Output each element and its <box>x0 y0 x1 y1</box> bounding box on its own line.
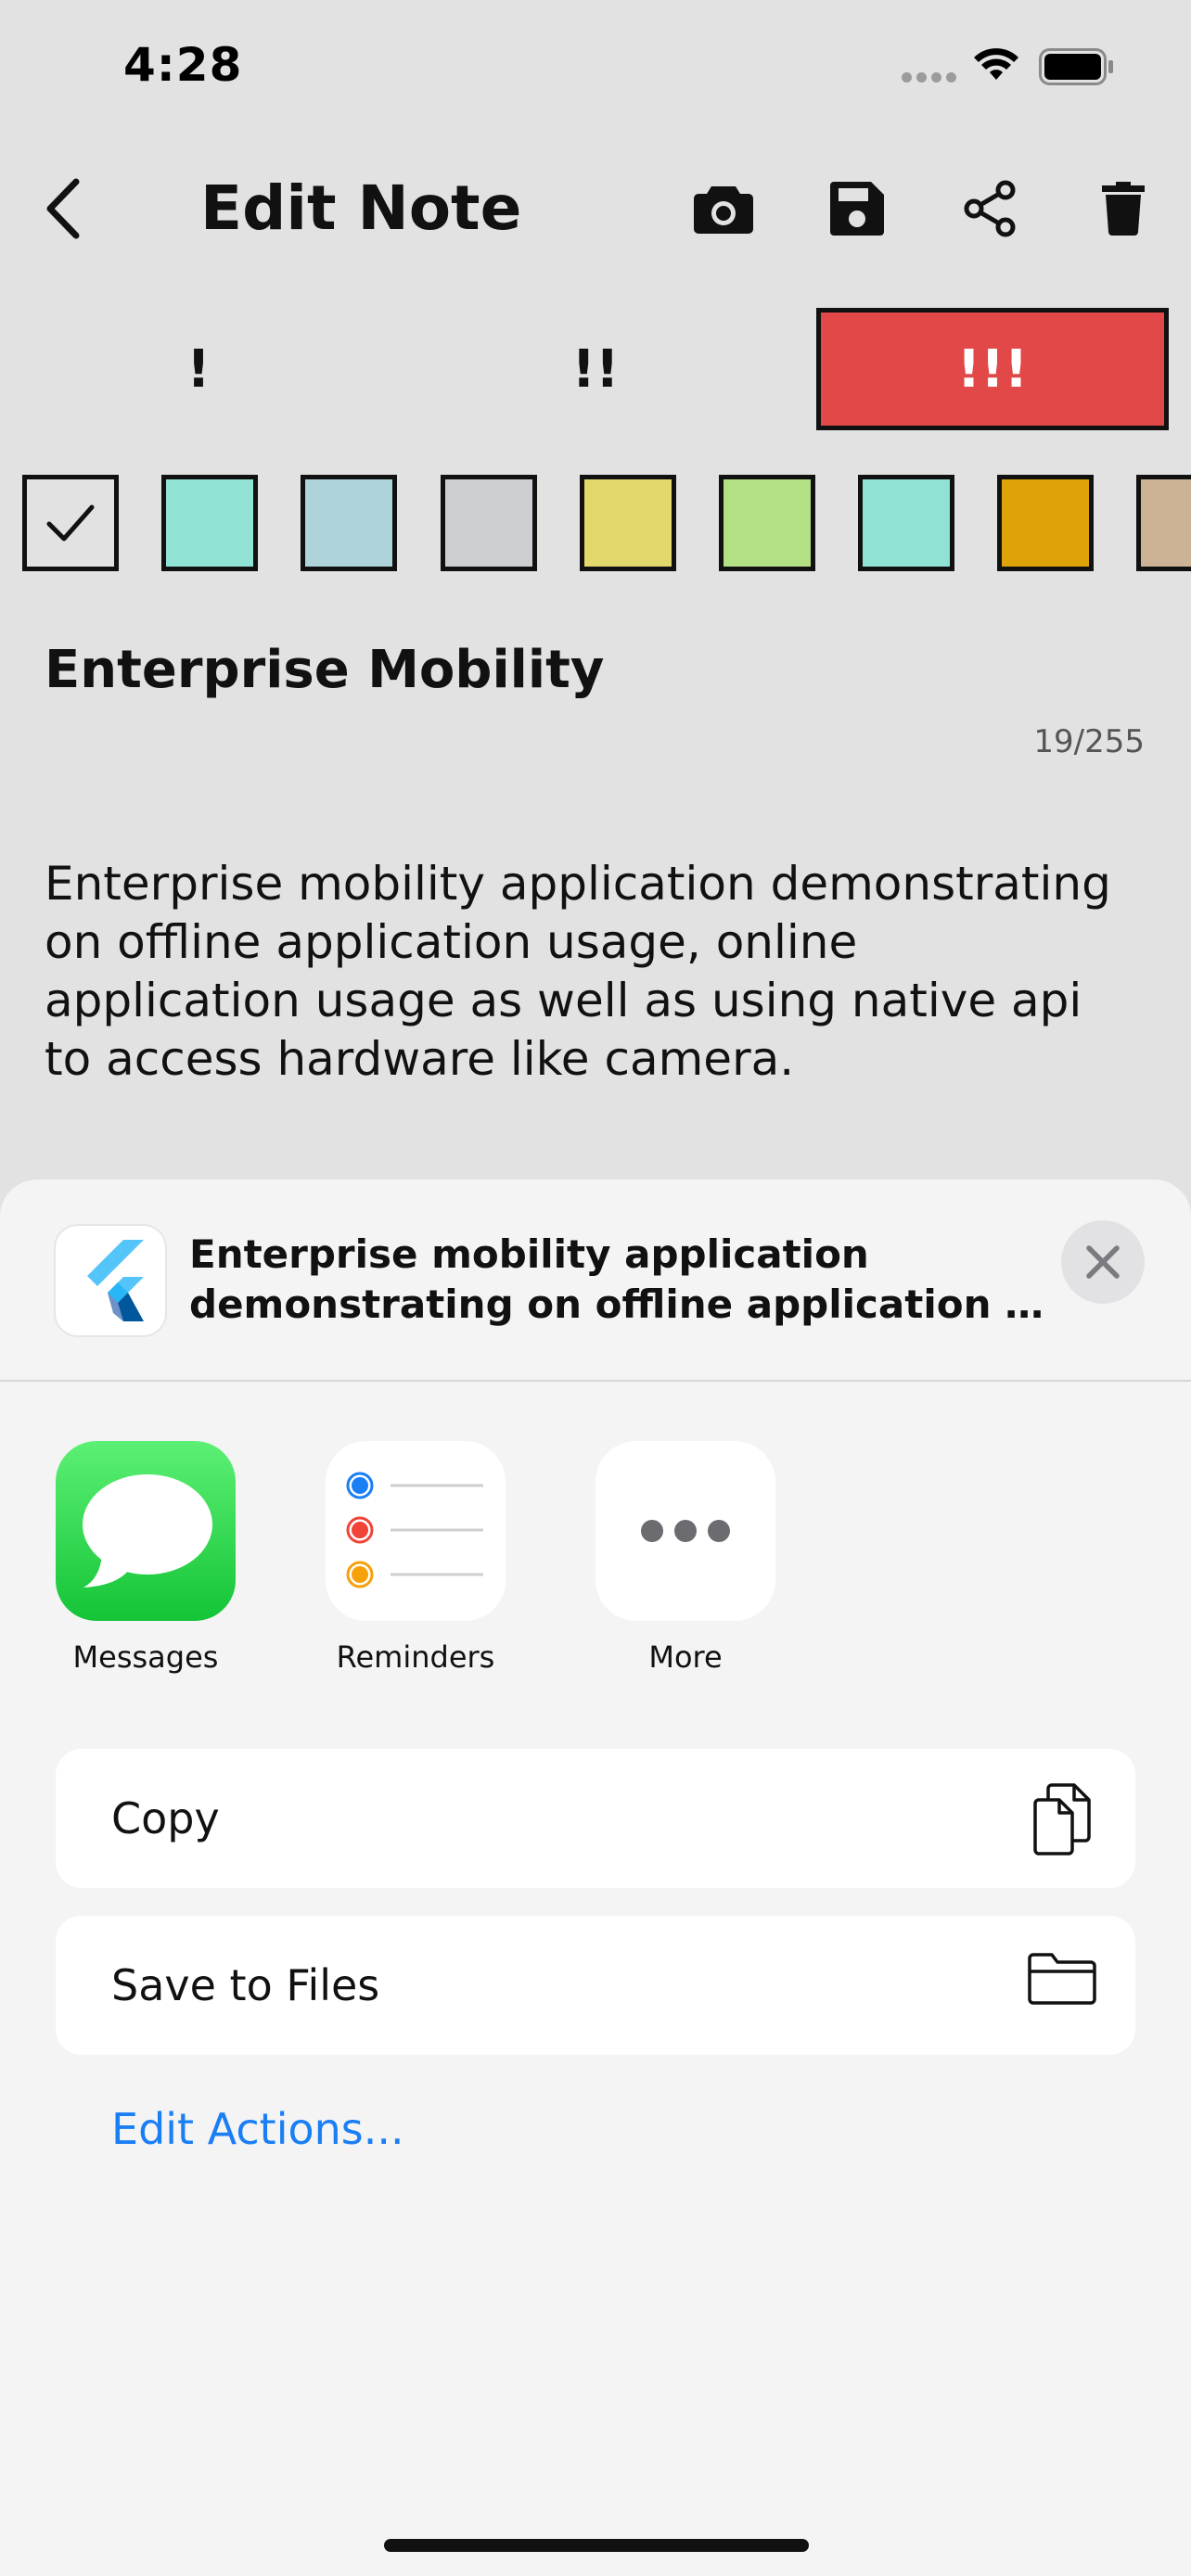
color-swatch[interactable] <box>997 475 1094 571</box>
share-app-messages[interactable]: Messages <box>56 1441 236 1675</box>
status-bar: 4:28 <box>0 0 1191 134</box>
color-swatch[interactable] <box>1136 475 1191 571</box>
folder-icon <box>1028 1953 1096 2005</box>
wifi-icon <box>974 48 1018 80</box>
back-button[interactable] <box>41 174 85 248</box>
color-swatch-selected[interactable] <box>22 475 119 571</box>
color-swatch[interactable] <box>441 475 537 571</box>
camera-icon <box>694 186 753 234</box>
app-label: More <box>648 1639 723 1675</box>
more-icon <box>596 1441 775 1621</box>
close-button[interactable] <box>1061 1220 1145 1304</box>
app-label: Reminders <box>336 1639 495 1675</box>
save-to-files-action[interactable]: Save to Files <box>56 1916 1135 2055</box>
save-button[interactable] <box>815 167 899 250</box>
page-title: Edit Note <box>200 172 522 244</box>
cellular-signal-icon <box>902 72 957 83</box>
flutter-logo-icon <box>87 1240 144 1321</box>
color-swatch[interactable] <box>161 475 258 571</box>
action-label: Copy <box>111 1793 220 1843</box>
share-icon <box>964 180 1016 237</box>
status-time: 4:28 <box>123 38 243 92</box>
share-app-reminders[interactable]: Reminders <box>326 1441 506 1675</box>
save-icon <box>830 182 884 236</box>
priority-high-button[interactable]: !!! <box>816 308 1169 430</box>
delete-button[interactable] <box>1082 167 1165 250</box>
copy-action[interactable]: Copy <box>56 1749 1135 1888</box>
edit-actions-link[interactable]: Edit Actions... <box>111 2101 404 2157</box>
delete-icon <box>1102 182 1145 236</box>
character-counter: 19/255 <box>1033 723 1145 760</box>
app-label: Messages <box>72 1639 219 1675</box>
messages-icon <box>56 1441 236 1621</box>
share-app-more[interactable]: More <box>596 1441 775 1675</box>
note-body-field[interactable]: Enterprise mobility application demonstr… <box>45 855 1176 1089</box>
color-swatch[interactable] <box>719 475 815 571</box>
reminders-icon <box>326 1441 506 1621</box>
action-label: Save to Files <box>111 1960 380 2010</box>
share-preview-text: Enterprise mobility application demonstr… <box>189 1230 1052 1330</box>
share-button[interactable] <box>948 167 1031 250</box>
priority-medium-button[interactable]: !! <box>397 308 794 430</box>
app-preview-thumbnail <box>54 1224 167 1337</box>
copy-icon <box>1033 1783 1091 1855</box>
share-preview-line-1: Enterprise mobility application <box>189 1231 869 1277</box>
camera-button[interactable] <box>682 167 765 250</box>
color-swatch[interactable] <box>858 475 954 571</box>
priority-selector: ! !! !!! <box>0 308 1191 430</box>
priority-low-button[interactable]: ! <box>0 308 397 430</box>
share-sheet: Enterprise mobility application demonstr… <box>0 1180 1191 2576</box>
checkmark-icon <box>46 504 95 542</box>
share-sheet-header: Enterprise mobility application demonstr… <box>0 1180 1191 1382</box>
home-indicator[interactable] <box>384 2539 809 2552</box>
share-preview-line-2: demonstrating on offline application usa… <box>189 1282 1052 1327</box>
color-swatch[interactable] <box>580 475 676 571</box>
battery-icon <box>1039 48 1113 85</box>
note-title-field[interactable]: Enterprise Mobility <box>45 633 604 708</box>
close-icon <box>1086 1245 1120 1279</box>
color-swatch[interactable] <box>301 475 397 571</box>
chevron-left-icon <box>46 178 80 239</box>
